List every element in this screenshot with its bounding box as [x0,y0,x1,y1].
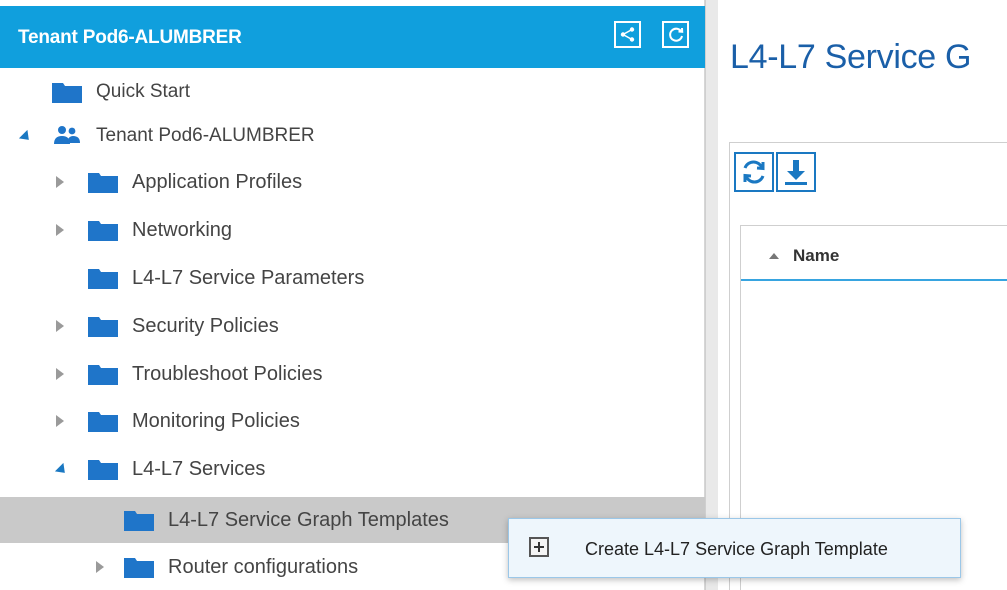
collapsed-caret-icon[interactable] [56,415,64,427]
collapsed-caret-icon[interactable] [56,224,64,236]
tree-item-label: L4-L7 Services [132,458,266,480]
expanded-caret-icon[interactable] [54,462,70,478]
plus-box-icon [529,537,549,557]
collapsed-caret-icon[interactable] [56,368,64,380]
folder-icon [88,219,118,241]
tree-item-troubleshoot-policies[interactable]: Troubleshoot Policies [0,352,705,396]
tree-item-label: L4-L7 Service Graph Templates [168,509,449,531]
tree-item-label: Tenant Pod6-ALUMBRER [96,125,315,146]
menu-item-label: Create L4-L7 Service Graph Template [585,539,888,559]
tree-item-label: Router configurations [168,556,359,578]
page-title: L4-L7 Service G [730,38,972,76]
tree-item-monitoring-policies[interactable]: Monitoring Policies [0,399,705,443]
folder-icon [88,410,118,432]
table-header: Name [741,226,1007,281]
tree-item-label: Monitoring Policies [132,410,300,432]
navigation-pane: Tenant Pod6-ALUMBRER Quick Start Tenant … [0,0,705,590]
tree-item-tenant[interactable]: Tenant Pod6-ALUMBRER [0,114,705,158]
pane-title: Tenant Pod6-ALUMBRER [18,27,242,48]
folder-icon [88,267,118,289]
menu-item-create-service-graph-template[interactable]: Create L4-L7 Service Graph Template [509,519,960,577]
refresh-tree-button[interactable] [662,21,689,48]
topology-view-button[interactable] [614,21,641,48]
folder-icon [88,458,118,480]
column-header-name[interactable]: Name [793,246,839,266]
folder-icon [88,363,118,385]
tree-item-label: Networking [132,219,233,241]
collapsed-caret-icon[interactable] [56,176,64,188]
tree-item-label: Troubleshoot Policies [132,363,323,385]
folder-icon [52,81,82,103]
tree-item-application-profiles[interactable]: Application Profiles [0,160,705,204]
pane-header: Tenant Pod6-ALUMBRER [0,6,705,68]
download-icon [785,160,807,185]
tree-item-label: Security Policies [132,315,279,337]
tree-item-l4-l7-services[interactable]: L4-L7 Services [0,447,705,491]
tree-item-quick-start[interactable]: Quick Start [0,70,705,114]
refresh-button[interactable] [734,152,774,192]
tree-item-networking[interactable]: Networking [0,208,705,252]
folder-icon [88,171,118,193]
folder-icon [88,315,118,337]
sort-ascending-icon[interactable] [769,253,779,259]
collapsed-caret-icon[interactable] [56,320,64,332]
pane-scrollbar[interactable] [705,0,718,590]
refresh-icon [668,27,683,42]
share-icon [620,27,635,42]
tree-item-security-policies[interactable]: Security Policies [0,304,705,348]
folder-icon [124,509,154,531]
tree-item-label: Quick Start [96,81,190,102]
folder-icon [124,556,154,578]
expanded-caret-icon[interactable] [18,129,34,145]
tree-item-label: L4-L7 Service Parameters [132,267,365,289]
context-menu: Create L4-L7 Service Graph Template [508,518,961,578]
collapsed-caret-icon[interactable] [96,561,104,573]
tree-item-label: Application Profiles [132,171,303,193]
tree-item-service-parameters[interactable]: L4-L7 Service Parameters [0,256,705,300]
tenant-icon [52,124,82,151]
refresh-icon [743,160,765,184]
download-button[interactable] [776,152,816,192]
